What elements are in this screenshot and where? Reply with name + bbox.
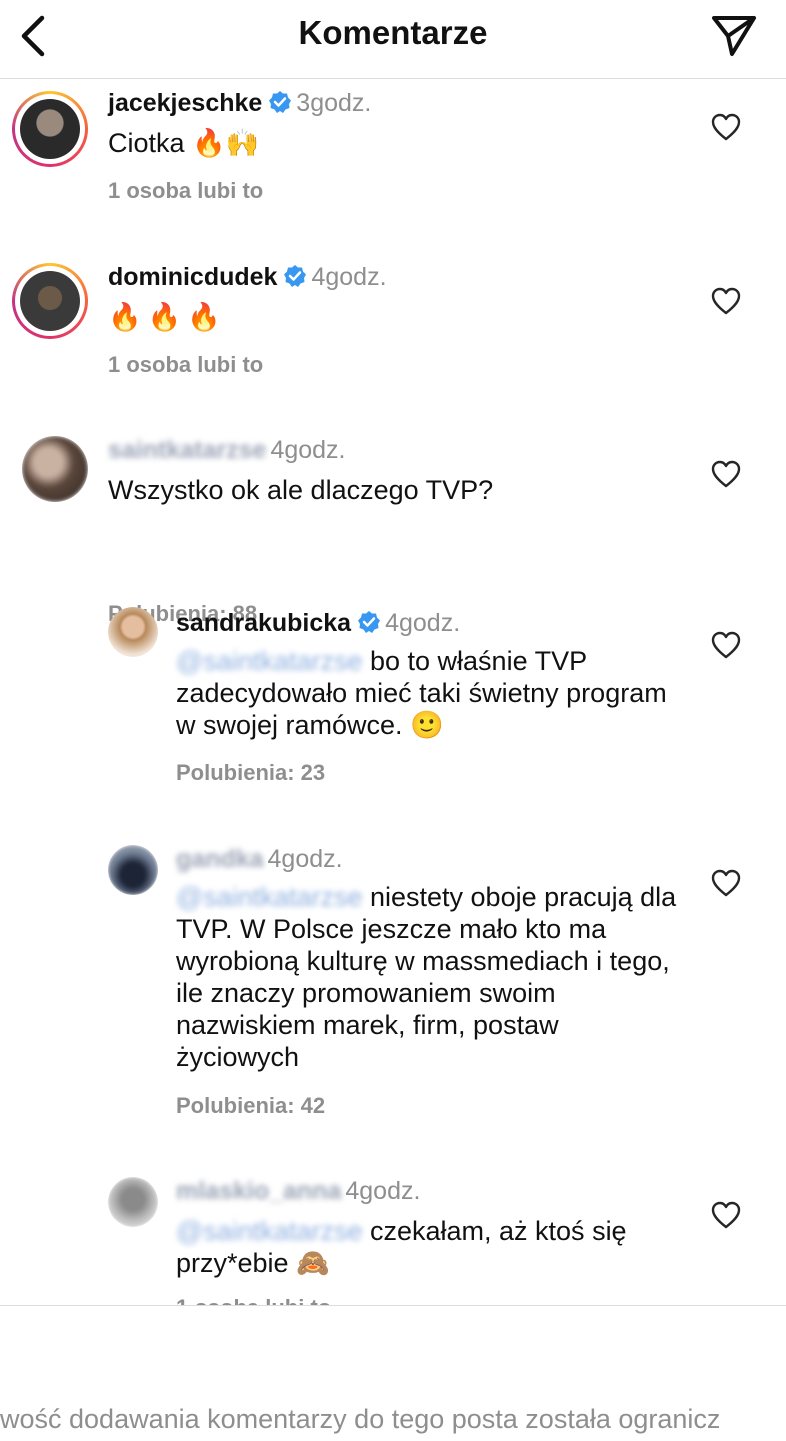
reply-username[interactable]: sandrakubicka [176,609,351,637]
comments-list[interactable]: jacekjeschke 3godz. Ciotka 🔥🙌 1 osoba lub… [0,79,786,1305]
comment-username[interactable]: jacekjeschke [108,89,262,117]
like-button[interactable] [711,869,741,897]
heart-icon [711,869,741,897]
avatar[interactable] [108,845,158,895]
avatar[interactable] [12,91,88,167]
reply-item: mlaskio_anna 4godz. @saintkatarzse czekał… [0,1169,786,1305]
comment-username[interactable]: dominicdudek [108,263,277,291]
like-button[interactable] [711,287,741,315]
comment-time: 4godz. [311,263,387,291]
heart-icon [711,1201,741,1229]
reply-likes[interactable]: Polubienia: 23 [176,760,325,786]
like-button[interactable] [711,631,741,659]
heart-icon [711,631,741,659]
mention-link[interactable]: @saintkatarzse [176,645,362,677]
reply-time: 4godz. [345,1177,421,1205]
reply-item: gandka 4godz. @saintkatarzse niestety obo… [0,835,786,1135]
verified-badge-icon [269,91,292,113]
comment-item: dominicdudek 4godz. 🔥🔥🔥 1 osoba lubi to [0,253,786,423]
comment-item: jacekjeschke 3godz. Ciotka 🔥🙌 1 osoba lub… [0,79,786,249]
mention-link[interactable]: @saintkatarzse [176,1215,362,1247]
avatar[interactable] [108,607,158,657]
reply-time: 4godz. [267,845,343,873]
heart-icon [711,460,741,488]
comment-text: Ciotka 🔥🙌 [108,128,260,158]
verified-badge-icon [358,611,381,633]
reply-text: @saintkatarzse niestety oboje pracują dl… [176,881,686,1073]
comment-likes[interactable]: 1 osoba lubi to [108,178,263,204]
comment-item: saintkatarzse 4godz. Wszystko ok ale dlac… [0,426,786,626]
reply-text: @saintkatarzse bo to właśnie TVP zadecyd… [176,645,686,741]
comment-text: 🔥🔥🔥 [108,302,227,332]
mention-link[interactable]: @saintkatarzse [176,881,362,913]
comments-restricted-bar: iwość dodawania komentarzy do tego posta… [0,1305,786,1441]
comment-username[interactable]: saintkatarzse [108,436,266,465]
reply-time: 4godz. [385,609,461,637]
reply-likes[interactable]: Polubienia: 42 [176,1093,325,1119]
comment-likes[interactable]: 1 osoba lubi to [108,352,263,378]
reply-username[interactable]: mlaskio_anna [176,1177,341,1206]
heart-icon [711,287,741,315]
reply-item: sandrakubicka 4godz. @saintkatarzse bo to… [0,599,786,819]
reply-username[interactable]: gandka [176,845,264,874]
avatar[interactable] [108,1177,158,1227]
comment-text: Wszystko ok ale dlaczego TVP? [108,475,494,505]
comment-time: 3godz. [296,89,372,117]
avatar[interactable] [22,436,88,502]
like-button[interactable] [711,460,741,488]
like-button[interactable] [711,113,741,141]
comment-time: 4godz. [270,436,346,464]
top-bar: Komentarze [0,0,786,79]
heart-icon [711,113,741,141]
verified-badge-icon [284,265,307,287]
like-button[interactable] [711,1201,741,1229]
share-button[interactable] [710,12,758,58]
avatar[interactable] [12,263,88,339]
comments-restricted-notice: iwość dodawania komentarzy do tego posta… [0,1404,721,1434]
paper-plane-icon [712,16,756,56]
reply-text: @saintkatarzse czekałam, aż ktoś się prz… [176,1215,686,1279]
reply-likes[interactable]: 1 osoba lubi to [176,1295,331,1305]
page-title: Komentarze [298,14,488,51]
